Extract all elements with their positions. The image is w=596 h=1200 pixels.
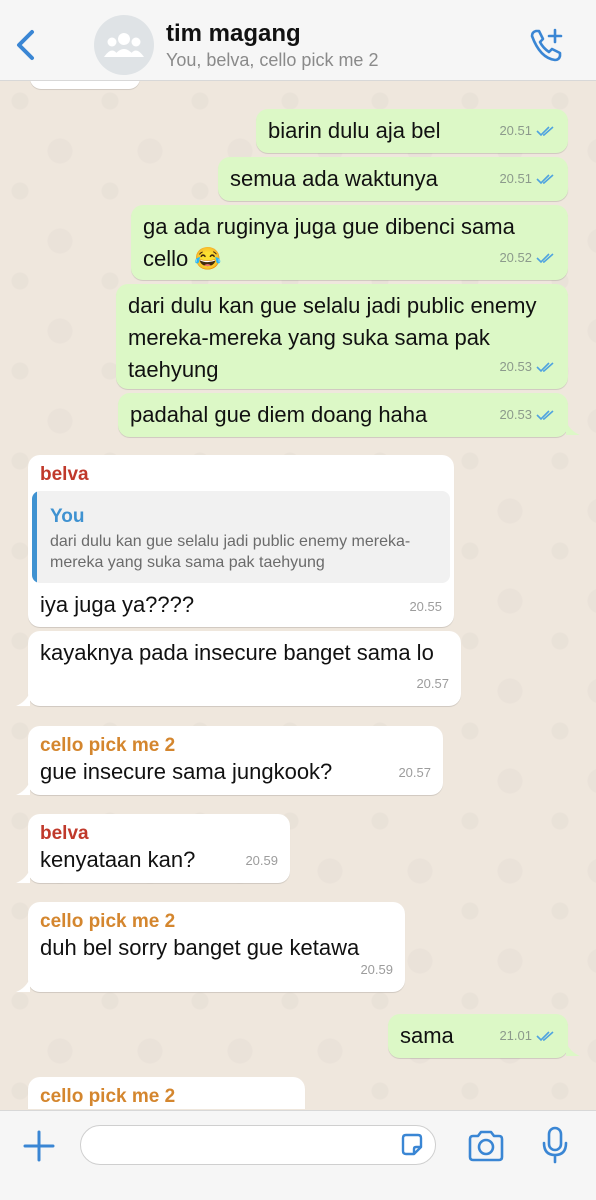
message-text: dari dulu kan gue selalu jadi public ene… [128,293,537,382]
message-text: ga ada ruginya juga gue dibenci sama cel… [143,214,515,271]
message-time: 20.51 [499,123,532,138]
message-list[interactable]: biarin dulu aja bel 20.51 semua ada wakt… [0,81,596,1109]
message-bubble[interactable]: kayaknya pada insecure banget sama lo 20… [28,631,461,706]
camera-icon[interactable] [466,1129,506,1163]
avatar[interactable] [94,15,154,75]
chevron-left-icon[interactable] [10,26,40,64]
message-time: 21.01 [499,1028,532,1043]
bubble-tail [566,1042,580,1056]
composer-bar [0,1110,596,1200]
read-ticks-icon [536,174,554,185]
message-bubble[interactable]: cello pick me 2 [28,1077,305,1109]
chat-participants[interactable]: You, belva, cello pick me 2 [166,50,378,71]
read-ticks-icon [536,410,554,421]
message-bubble[interactable]: biarin dulu aja bel 20.51 [256,109,568,153]
bubble-tail [16,781,30,795]
message-text: duh bel sorry banget gue ketawa [40,935,360,960]
message-time: 20.53 [499,359,532,374]
chat-title[interactable]: tim magang [166,20,301,48]
microphone-icon[interactable] [540,1125,570,1165]
sticker-icon[interactable] [399,1132,425,1158]
message-text: padahal gue diem doang haha [130,402,428,427]
message-time: 20.57 [416,676,449,691]
sender-name: belva [40,464,89,485]
bubble-tail [566,421,580,435]
add-call-icon[interactable] [524,24,568,68]
message-text: kenyataan kan? [40,847,196,872]
message-bubble[interactable] [30,81,140,89]
message-time: 20.52 [499,250,532,265]
message-bubble[interactable]: sama 21.01 [388,1014,568,1058]
read-ticks-icon [536,362,554,373]
plus-icon[interactable] [22,1129,56,1163]
message-text: kayaknya pada insecure banget sama lo [40,640,434,665]
message-input[interactable] [80,1125,436,1165]
read-ticks-icon [536,126,554,137]
message-time: 20.55 [409,599,442,614]
message-bubble[interactable]: cello pick me 2 duh bel sorry banget gue… [28,902,405,992]
group-icon [104,33,144,57]
read-ticks-icon [536,253,554,264]
message-time: 20.59 [245,853,278,868]
message-bubble[interactable]: ga ada ruginya juga gue dibenci sama cel… [131,205,568,280]
bubble-tail [16,869,30,883]
message-bubble[interactable]: belva You dari dulu kan gue selalu jadi … [28,455,454,627]
message-bubble[interactable]: semua ada waktunya 20.51 [218,157,568,201]
message-text: iya juga ya???? [40,592,195,617]
message-bubble[interactable]: belva kenyataan kan? 20.59 [28,814,290,883]
message-time: 20.51 [499,171,532,186]
message-bubble[interactable]: cello pick me 2 gue insecure sama jungko… [28,726,443,795]
message-text: gue insecure sama jungkook? [40,759,333,784]
message-time: 20.59 [360,962,393,977]
sender-name: cello pick me 2 [40,1086,176,1107]
bubble-tail [16,978,30,992]
quoted-message[interactable]: You dari dulu kan gue selalu jadi public… [32,491,450,583]
message-time: 20.57 [398,765,431,780]
message-time: 20.53 [499,407,532,422]
chat-header: tim magang You, belva, cello pick me 2 [0,0,596,81]
message-bubble[interactable]: dari dulu kan gue selalu jadi public ene… [116,284,568,389]
quoted-sender: You [50,506,85,527]
bubble-tail [16,692,30,706]
message-bubble[interactable]: padahal gue diem doang haha 20.53 [118,393,568,437]
quoted-text: dari dulu kan gue selalu jadi public ene… [50,533,411,571]
read-ticks-icon [536,1031,554,1042]
